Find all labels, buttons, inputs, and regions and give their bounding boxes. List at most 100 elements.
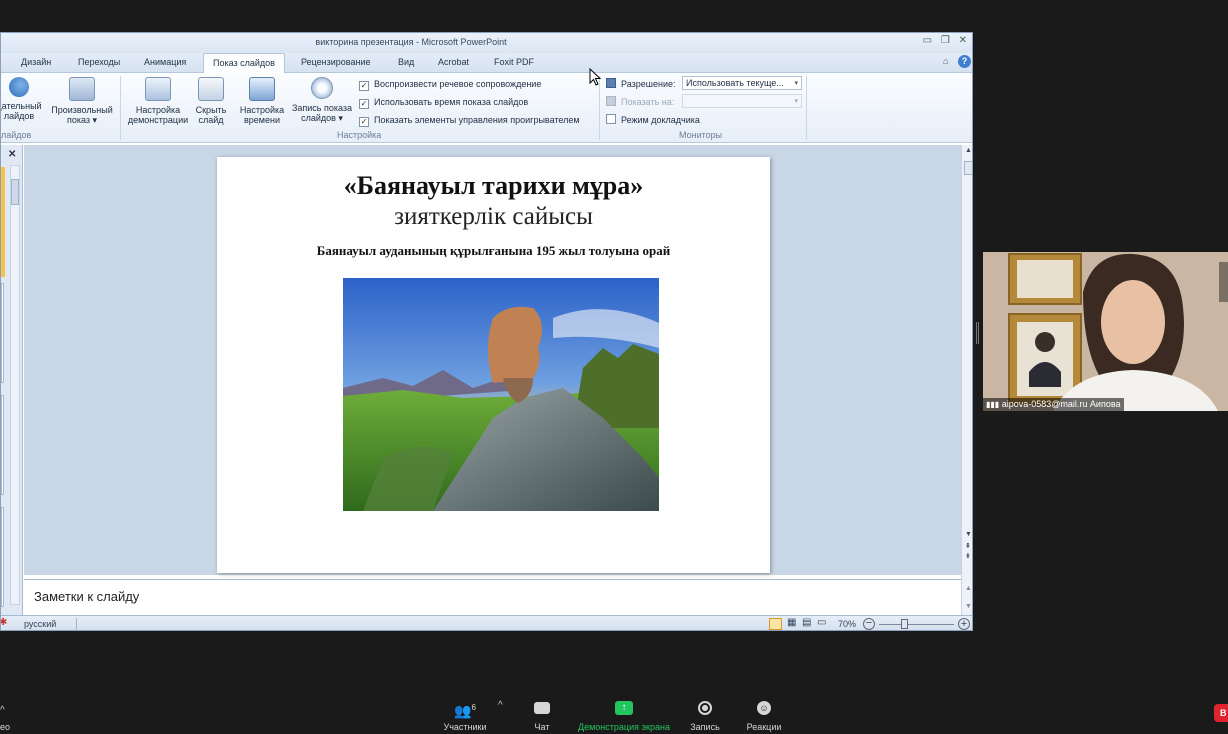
ribbon-minimize-icon[interactable]: ⌂ [943, 56, 948, 66]
resolution-label: Разрешение: [606, 78, 675, 90]
close-pane-icon[interactable]: ✕ [8, 149, 16, 160]
editor-scroll-thumb[interactable] [964, 161, 972, 175]
zoom-slider[interactable] [879, 624, 954, 625]
chat-label: Чат [534, 722, 550, 732]
group-start-label: лайдов [1, 130, 32, 140]
slide-thumbnail-selected[interactable] [1, 167, 5, 277]
scroll-up-icon[interactable]: ▲ [965, 147, 972, 154]
spellcheck-icon[interactable]: ✱ [1, 617, 7, 628]
participant-video-frame [983, 252, 1228, 411]
mouse-cursor-icon [589, 68, 601, 86]
zoom-level[interactable]: 70% [838, 619, 856, 629]
slideshow-view-icon[interactable]: ▭ [817, 617, 826, 628]
ribbon-tabs: Дизайн Переходы Анимация Показ слайдов Р… [1, 53, 972, 74]
participants-label: Участники [443, 722, 487, 732]
reading-view-icon[interactable]: ▤ [802, 617, 811, 628]
pane-scrollbar[interactable] [10, 165, 20, 605]
participant-video[interactable]: ▮▮▮ aipova-0583@mail.ru Аипова [983, 252, 1228, 411]
show-on-label: Показать на: [606, 96, 674, 108]
end-meeting-button[interactable]: В [1214, 704, 1228, 722]
landscape-photo[interactable] [343, 278, 659, 511]
resolution-value: Использовать текуще... [686, 78, 784, 88]
slide-canvas[interactable]: «Баянауыл тарихи мұра» зияткерлік сайысы… [217, 157, 770, 573]
from-current-slide-label: дательный лайдов [0, 101, 42, 121]
setup-show-button[interactable]: Настройка демонстрации [125, 77, 191, 125]
normal-view-icon[interactable] [769, 618, 782, 630]
slide-subtitle[interactable]: зияткерлік сайысы [217, 203, 770, 231]
previous-slide-icon[interactable]: ⇞ [965, 543, 971, 550]
resolution-dropdown[interactable]: Использовать текуще... ▾ [682, 76, 802, 90]
group-monitors-label: Мониторы [679, 130, 723, 140]
tab-foxit-pdf[interactable]: Foxit PDF [494, 57, 534, 67]
tab-design[interactable]: Дизайн [21, 57, 51, 67]
participants-menu-chevron-icon[interactable]: ^ [498, 700, 503, 711]
rehearse-timings-button[interactable]: Настройка времени [236, 77, 288, 125]
record-label: Запись [690, 722, 720, 732]
participants-icon: 👥6 [454, 702, 476, 719]
tab-transitions[interactable]: Переходы [78, 57, 120, 67]
custom-show-icon [69, 77, 95, 101]
panel-resize-handle[interactable] [976, 322, 979, 344]
pane-scroll-thumb[interactable] [11, 179, 19, 205]
editor-scrollbar[interactable]: ▲ ▼ ⇞ ⇟ ▲ ▼ [961, 145, 972, 615]
tab-slideshow[interactable]: Показ слайдов [203, 53, 285, 74]
scroll-down-icon[interactable]: ▼ [965, 531, 972, 538]
chevron-up-icon: ^ [0, 705, 5, 716]
zoom-out-icon[interactable]: − [863, 618, 875, 630]
hide-slide-button[interactable]: Скрыть слайд [191, 77, 231, 125]
from-current-slide-button[interactable]: дательный лайдов [0, 77, 45, 121]
video-button[interactable]: ^ ео [0, 690, 14, 732]
slide-thumbnail[interactable] [1, 283, 4, 383]
share-screen-button[interactable]: ↑ Демонстрация экрана [574, 690, 674, 732]
chat-button[interactable]: Чат [526, 690, 558, 732]
zoom-slider-handle[interactable] [901, 619, 908, 629]
tab-view[interactable]: Вид [398, 57, 414, 67]
slide-thumbnail[interactable] [1, 395, 4, 495]
slide-thumbnail[interactable] [1, 507, 4, 607]
checkbox-unchecked-icon [606, 114, 616, 124]
show-on-dropdown[interactable]: ▾ [682, 94, 802, 108]
zoom-in-icon[interactable]: + [958, 618, 970, 630]
help-icon[interactable]: ? [958, 55, 971, 68]
status-divider [76, 618, 77, 630]
hide-slide-label: Скрыть слайд [195, 105, 227, 125]
notes-scroll-down-icon[interactable]: ▼ [965, 603, 972, 610]
next-slide-icon[interactable]: ⇟ [965, 553, 971, 560]
tab-review[interactable]: Рецензирование [301, 57, 371, 67]
rehearse-timings-icon [249, 77, 275, 101]
show-media-controls-checkbox[interactable]: ✓ Показать элементы управления проигрыват… [359, 114, 580, 127]
use-timings-checkbox[interactable]: ✓ Использовать время показа слайдов [359, 96, 528, 109]
presenter-view-label: Режим докладчика [621, 115, 700, 125]
checkbox-checked-icon: ✓ [359, 117, 369, 127]
hide-slide-icon [198, 77, 224, 101]
record-show-button[interactable]: Запись показа слайдов ▾ [288, 77, 356, 123]
tab-acrobat[interactable]: Acrobat [438, 57, 469, 67]
notes-scroll-up-icon[interactable]: ▲ [965, 585, 972, 592]
participants-button[interactable]: 👥6 Участники [438, 690, 492, 732]
slide-editor: «Баянауыл тарихи мұра» зияткерлік сайысы… [24, 145, 961, 575]
ribbon: дательный лайдов Произвольный показ ▾ ла… [0, 73, 972, 143]
share-screen-icon: ↑ [615, 701, 633, 715]
chevron-down-icon: ▾ [794, 98, 798, 105]
show-media-controls-label: Показать элементы управления проигрывате… [374, 115, 580, 125]
slideshow-icon [9, 77, 29, 97]
slide-sorter-icon[interactable]: ▦ [787, 617, 796, 628]
reactions-button[interactable]: ☺ Реакции [742, 690, 786, 732]
reactions-icon: ☺ [757, 701, 771, 715]
tab-animation[interactable]: Анимация [144, 57, 186, 67]
status-bar: ✱ русский ▦ ▤ ▭ 70% − + [1, 615, 972, 630]
slide-caption[interactable]: Баянауыл ауданының құрылғанына 195 жыл т… [217, 243, 770, 259]
window-controls[interactable]: ▭ ❐ ✕ [923, 35, 970, 46]
presenter-view-checkbox[interactable]: Режим докладчика [606, 114, 700, 126]
notes-pane[interactable]: Заметки к слайду [24, 579, 961, 615]
slide-title[interactable]: «Баянауыл тарихи мұра» [217, 171, 770, 201]
rehearse-timings-label: Настройка времени [239, 105, 285, 125]
play-narrations-label: Воспроизвести речевое сопровождение [374, 79, 542, 89]
language-indicator[interactable]: русский [24, 619, 56, 629]
participant-name-tag: ▮▮▮ aipova-0583@mail.ru Аипова [983, 398, 1124, 411]
record-button[interactable]: Запись [686, 690, 724, 732]
custom-show-button[interactable]: Произвольный показ ▾ [47, 77, 117, 125]
notes-placeholder[interactable]: Заметки к слайду [34, 589, 139, 604]
chevron-down-icon: ▾ [794, 80, 798, 87]
play-narrations-checkbox[interactable]: ✓ Воспроизвести речевое сопровождение [359, 78, 542, 91]
